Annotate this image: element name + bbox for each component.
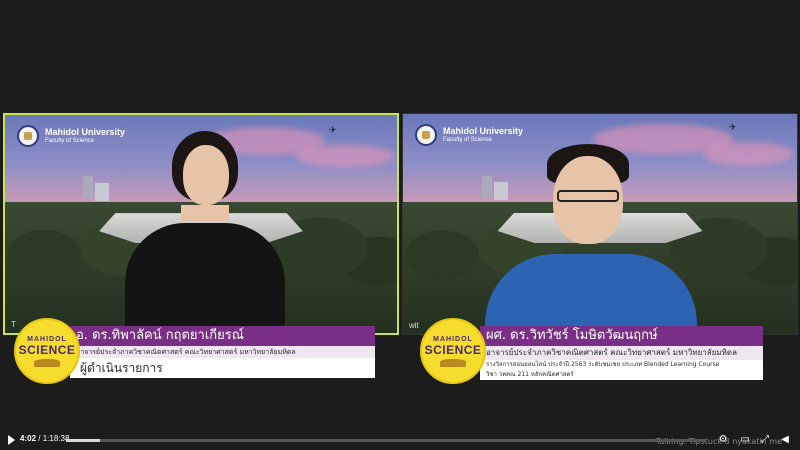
speaker-award: รางวัลการสอนออนไลน์ ประจำปี 2563 ระดับชม… (480, 360, 763, 370)
progress-fill (66, 439, 100, 442)
miniplayer-icon[interactable]: ▭ (740, 435, 750, 445)
settings-icon[interactable]: ⚙ (718, 435, 728, 445)
mahidol-science-badge: MAHIDOL SCIENCE (14, 318, 80, 384)
video-tile-host[interactable]: ✈ Mahidol University Faculty of Science … (3, 113, 399, 335)
university-name: Mahidol University (443, 126, 524, 137)
faculty-name: Faculty of Science (443, 136, 493, 143)
speaker-role: อาจารย์ประจำภาควิชาคณิตศาสตร์ คณะวิทยาศา… (480, 346, 763, 360)
progress-bar[interactable] (66, 439, 706, 442)
bird-icon: ✈ (329, 125, 337, 135)
cloud-shape (295, 145, 395, 167)
host-name: อ. ดร.ทิพาลัคน์ กฤตยาเกียรณ์ (70, 326, 375, 346)
speaker-course: วิชา วทคณ 211 หลักคณิตศาสตร์ (480, 370, 763, 380)
university-seal-icon (415, 124, 437, 146)
duration: / 1:18:38 (38, 434, 70, 443)
building-tower (83, 176, 94, 199)
university-name: Mahidol University (45, 127, 126, 138)
bird-icon: ✈ (729, 122, 737, 132)
host-subtitle: ผู้ดำเนินรายการ (70, 358, 375, 378)
university-seal-icon (17, 125, 39, 147)
participant-name-tag: wit (409, 321, 419, 330)
video-player-controls: 4:02 / 1:18:38 ⚙ ▭ ⤢ ◀ (0, 430, 800, 450)
time-display: 4:02 / 1:18:38 (20, 434, 69, 443)
volume-icon[interactable]: ◀ (780, 435, 790, 445)
speaker-name: ผศ. ดร.วิทวัชร์ โมษิตวัฒนฤกษ์ (480, 326, 763, 346)
meeting-stage: ✈ Mahidol University Faculty of Science … (0, 0, 800, 450)
host-role: อาจารย์ประจำภาควิชาคณิตศาสตร์ คณะวิทยาศา… (70, 346, 375, 358)
building-tower (481, 175, 492, 198)
building-tower (493, 182, 508, 201)
university-logo: Mahidol University Faculty of Science (415, 124, 523, 146)
cloud-shape (703, 142, 793, 166)
expand-icon[interactable]: ⤢ (760, 435, 770, 445)
faculty-name: Faculty of Science (45, 137, 95, 144)
current-time: 4:02 (20, 434, 37, 443)
university-logo: Mahidol University Faculty of Science (17, 125, 125, 147)
crown-icon (440, 358, 466, 367)
play-icon[interactable] (8, 435, 15, 445)
crown-icon (34, 358, 60, 367)
video-tile-speaker[interactable]: ✈ Mahidol University Faculty of Science … (402, 113, 798, 335)
building-tower (95, 182, 110, 201)
participant-name-tag: T (11, 320, 16, 329)
mahidol-science-badge: MAHIDOL SCIENCE (420, 318, 486, 384)
